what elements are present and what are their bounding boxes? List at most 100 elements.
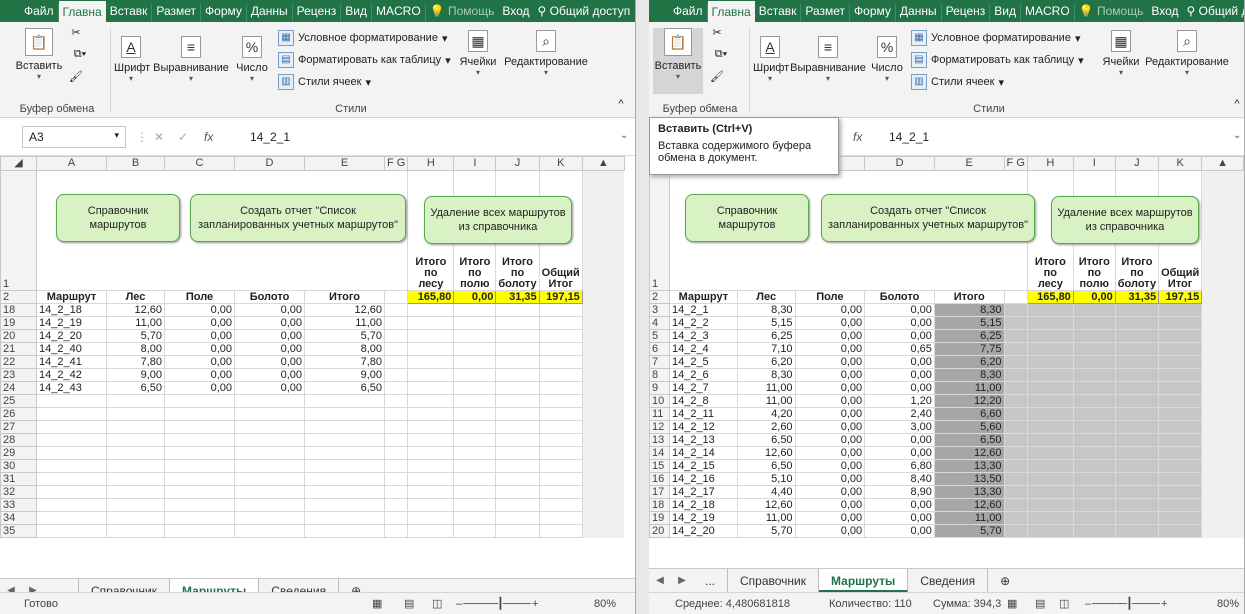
- empty-cell[interactable]: [383, 394, 409, 408]
- tab-view[interactable]: Вид: [990, 4, 1022, 22]
- empty-cell[interactable]: [453, 511, 497, 525]
- col-header-h[interactable]: H: [1026, 156, 1074, 171]
- empty-cell[interactable]: [495, 472, 540, 486]
- total-row-cell[interactable]: 13,50: [933, 472, 1005, 486]
- empty-cell[interactable]: [1158, 303, 1203, 317]
- forest-cell[interactable]: 11,00: [736, 381, 796, 395]
- empty-cell[interactable]: [453, 355, 497, 369]
- vertical-scrollbar[interactable]: [1201, 329, 1244, 343]
- empty-cell[interactable]: [304, 498, 385, 512]
- empty-cell[interactable]: [538, 394, 583, 408]
- tab-macro[interactable]: MACRO: [1021, 4, 1075, 22]
- empty-cell[interactable]: [453, 329, 497, 343]
- tab-home[interactable]: Главна: [58, 1, 106, 22]
- empty-cell[interactable]: [383, 329, 409, 343]
- empty-cell[interactable]: [1072, 329, 1116, 343]
- select-all-corner[interactable]: ◢: [0, 156, 37, 171]
- normal-view-icon[interactable]: ▦: [372, 593, 382, 614]
- create-report-button[interactable]: Создать отчет "Список запланированных уч…: [821, 194, 1035, 242]
- empty-cell[interactable]: [538, 303, 583, 317]
- empty-cell[interactable]: [538, 498, 583, 512]
- empty-cell[interactable]: [1026, 524, 1074, 538]
- empty-cell[interactable]: [453, 459, 497, 473]
- scroll-up-button[interactable]: ▲: [1201, 156, 1244, 171]
- forest-cell[interactable]: 6,25: [736, 329, 796, 343]
- row-header[interactable]: 14: [649, 446, 670, 460]
- route-cell[interactable]: 14_2_7: [668, 381, 738, 395]
- swamp-cell[interactable]: 0,00: [864, 316, 935, 330]
- total-row-cell[interactable]: 13,30: [933, 485, 1005, 499]
- route-cell[interactable]: 14_2_3: [668, 329, 738, 343]
- row-header[interactable]: 2: [0, 290, 37, 304]
- zoom-level[interactable]: 80%: [594, 593, 616, 614]
- empty-cell[interactable]: [1003, 433, 1028, 447]
- empty-cell[interactable]: [1003, 407, 1028, 421]
- vertical-scrollbar[interactable]: [1201, 407, 1244, 421]
- empty-cell[interactable]: [106, 394, 165, 408]
- delete-all-routes-button[interactable]: Удаление всех маршрутов из справочника: [1051, 196, 1199, 244]
- empty-cell[interactable]: [1158, 472, 1203, 486]
- total-row-cell[interactable]: 12,60: [304, 303, 385, 317]
- empty-cell[interactable]: [453, 446, 497, 460]
- enter-icon[interactable]: ✓: [178, 130, 188, 144]
- route-cell[interactable]: 14_2_12: [668, 420, 738, 434]
- total-row-cell[interactable]: 13,30: [933, 459, 1005, 473]
- col-header-a[interactable]: A: [36, 156, 107, 171]
- empty-cell[interactable]: [106, 459, 165, 473]
- empty-cell[interactable]: [1072, 472, 1116, 486]
- page-break-icon[interactable]: ◫: [1059, 593, 1069, 614]
- empty-cell[interactable]: [1114, 524, 1160, 538]
- col-header-k[interactable]: K: [1158, 156, 1203, 171]
- empty-cell[interactable]: [453, 303, 497, 317]
- empty-cell[interactable]: [304, 394, 385, 408]
- empty-cell[interactable]: [304, 472, 385, 486]
- col-header-i[interactable]: I: [453, 156, 497, 171]
- empty-cell[interactable]: [1026, 394, 1074, 408]
- forest-cell[interactable]: 5,70: [106, 329, 165, 343]
- empty-cell[interactable]: [1114, 342, 1160, 356]
- normal-view-icon[interactable]: ▦: [1007, 593, 1017, 614]
- field-cell[interactable]: 0,00: [794, 355, 866, 369]
- total-row-cell[interactable]: 11,00: [933, 511, 1005, 525]
- empty-cell[interactable]: [1003, 368, 1028, 382]
- row-header[interactable]: 33: [0, 498, 37, 512]
- route-cell[interactable]: 14_2_41: [36, 355, 107, 369]
- vertical-scrollbar[interactable]: [1201, 303, 1244, 317]
- zoom-slider[interactable]: – ─────┃──── +: [456, 593, 538, 614]
- col-header-d[interactable]: D: [234, 156, 305, 171]
- total-row-cell[interactable]: 12,60: [933, 446, 1005, 460]
- scroll-up-button[interactable]: ▲: [581, 156, 625, 171]
- row-header[interactable]: 11: [649, 407, 670, 421]
- empty-cell[interactable]: [164, 498, 235, 512]
- empty-cell[interactable]: [1158, 498, 1203, 512]
- page-break-icon[interactable]: ◫: [432, 593, 442, 614]
- zoom-slider[interactable]: – ─────┃──── +: [1085, 593, 1167, 614]
- row-header[interactable]: 24: [0, 381, 37, 395]
- row-header[interactable]: 29: [0, 446, 37, 460]
- empty-cell[interactable]: [453, 472, 497, 486]
- expand-formula-icon[interactable]: ⌄: [1233, 130, 1241, 141]
- directory-button[interactable]: Справочник маршрутов: [685, 194, 809, 242]
- empty-cell[interactable]: [538, 485, 583, 499]
- field-cell[interactable]: 0,00: [794, 472, 866, 486]
- tab-data[interactable]: Данны: [247, 4, 293, 22]
- empty-cell[interactable]: [1003, 355, 1028, 369]
- col-header-e[interactable]: E: [933, 156, 1005, 171]
- row-header[interactable]: 5: [649, 329, 670, 343]
- field-cell[interactable]: 0,00: [794, 459, 866, 473]
- row-header[interactable]: 25: [0, 394, 37, 408]
- empty-cell[interactable]: [1114, 368, 1160, 382]
- empty-cell[interactable]: [1158, 446, 1203, 460]
- swamp-cell[interactable]: 0,00: [234, 303, 305, 317]
- row-header[interactable]: 3: [649, 303, 670, 317]
- empty-cell[interactable]: [1026, 485, 1074, 499]
- empty-cell[interactable]: [453, 381, 497, 395]
- empty-cell[interactable]: [1158, 381, 1203, 395]
- empty-cell[interactable]: [1072, 433, 1116, 447]
- forest-cell[interactable]: 5,15: [736, 316, 796, 330]
- collapse-ribbon-button[interactable]: ^: [1231, 98, 1243, 110]
- empty-cell[interactable]: [1072, 485, 1116, 499]
- row-header[interactable]: 2: [649, 290, 670, 304]
- col-header-fg[interactable]: F G: [1003, 156, 1028, 171]
- empty-cell[interactable]: [304, 446, 385, 460]
